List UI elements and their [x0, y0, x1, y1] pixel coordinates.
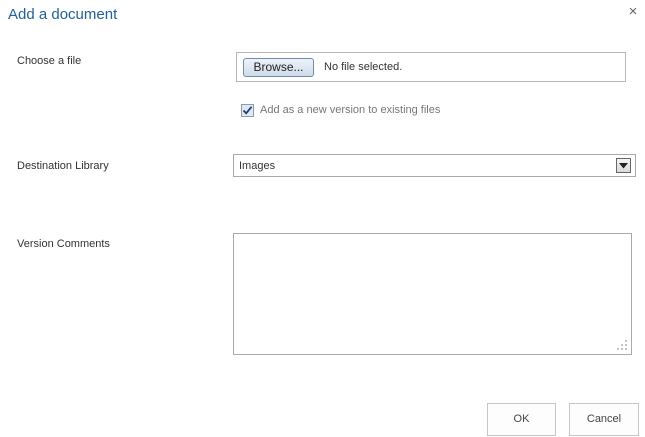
checkmark-icon — [242, 105, 253, 115]
new-version-label: Add as a new version to existing files — [260, 104, 441, 116]
choose-file-label: Choose a file — [17, 55, 82, 67]
file-input[interactable]: Browse... No file selected. — [236, 52, 626, 82]
dropdown-arrow-icon[interactable] — [616, 158, 631, 173]
resize-grip-icon[interactable] — [616, 339, 628, 351]
version-comments-label: Version Comments — [17, 238, 110, 250]
destination-library-select[interactable]: Images — [233, 154, 636, 177]
new-version-checkbox[interactable] — [241, 103, 254, 117]
browse-button[interactable]: Browse... — [243, 58, 314, 77]
destination-library-label: Destination Library — [17, 160, 109, 172]
ok-button[interactable]: OK — [487, 403, 556, 436]
new-version-option: Add as a new version to existing files — [241, 103, 440, 117]
add-document-dialog: Add a document × Choose a file Browse...… — [0, 0, 645, 437]
dialog-title: Add a document — [8, 6, 118, 23]
destination-library-value: Images — [239, 160, 276, 172]
version-comments-field[interactable] — [233, 233, 632, 355]
close-icon[interactable]: × — [626, 4, 640, 20]
file-status-text: No file selected. — [324, 61, 403, 73]
cancel-button[interactable]: Cancel — [569, 403, 639, 436]
